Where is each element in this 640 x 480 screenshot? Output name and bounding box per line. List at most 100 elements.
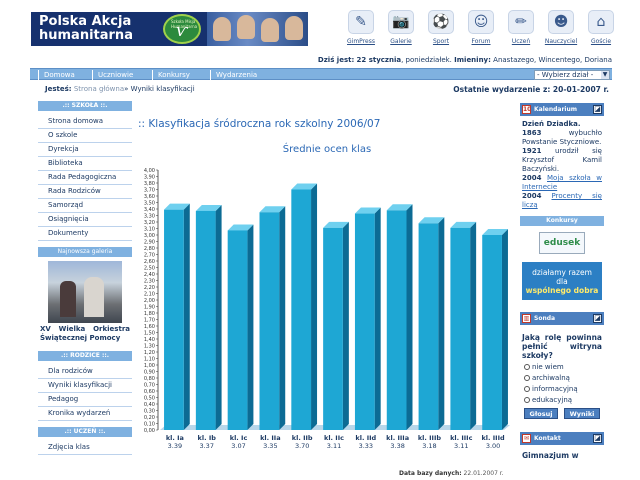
collapse-icon[interactable]: ◪ <box>593 105 602 114</box>
category-label: kl. IIId <box>481 434 505 442</box>
y-tick-label: 1,90 <box>144 304 155 310</box>
topnav-gimpress-link[interactable]: ✎ GimPress <box>341 10 381 50</box>
school-menu-item[interactable]: Osiągnięcia <box>38 213 132 227</box>
sport-icon[interactable]: ⚽ <box>428 10 454 34</box>
y-tick-label: 3,20 <box>144 220 155 226</box>
student-menu-item[interactable]: Zdjęcia klas <box>38 441 132 455</box>
parents-menu-item[interactable]: Dla rodziców <box>38 365 132 379</box>
cal2-year: 1921 <box>522 147 542 155</box>
sonda-head: ▥ Sonda ◪ <box>520 312 604 325</box>
nav-item-wydarzenia[interactable]: Wydarzenia <box>210 70 257 80</box>
y-tick-label: 1,80 <box>144 311 155 317</box>
poll-option[interactable]: archiwalną <box>520 373 604 384</box>
category-label: kl. IIa <box>260 434 281 442</box>
y-tick-label: 3,60 <box>144 194 155 200</box>
vote-button[interactable]: Głosuj <box>524 408 558 419</box>
radio-button[interactable] <box>524 375 530 381</box>
parents-menu-item[interactable]: Pedagog <box>38 393 132 407</box>
gallery-thumbnail[interactable] <box>48 261 122 323</box>
topnav-label[interactable]: Forum <box>461 38 501 45</box>
dzialamy-banner[interactable]: działamy razem dla wspólnego dobra <box>522 262 602 300</box>
topnav-label[interactable]: GimPress <box>341 38 381 45</box>
uczen-icon[interactable]: ✏ <box>508 10 534 34</box>
section-select[interactable]: - Wybierz dział - ▼ <box>534 70 610 80</box>
galerie-icon[interactable]: 📷 <box>388 10 414 34</box>
bar <box>482 235 502 430</box>
topnav-nauczyciel-link[interactable]: ☻ Nauczyciel <box>541 10 581 50</box>
breadcrumb-home[interactable]: Strona główna <box>74 85 124 93</box>
topnav-label[interactable]: Sport <box>421 38 461 45</box>
y-tick-label: 0,20 <box>144 415 155 421</box>
school-menu-item[interactable]: Dokumenty <box>38 227 132 241</box>
poll-buttons: Głosuj Wyniki <box>520 408 604 420</box>
collapse-icon[interactable]: ◪ <box>593 434 602 443</box>
bar-side <box>215 204 222 430</box>
goscie-icon[interactable]: ⌂ <box>588 10 614 34</box>
nav-item-domowa[interactable]: Domowa <box>38 70 75 80</box>
y-tick-label: 0,70 <box>144 382 155 388</box>
category-label: kl. IIIc <box>450 434 473 442</box>
topnav-sport-link[interactable]: ⚽ Sport <box>421 10 461 50</box>
topnav-label[interactable]: Nauczyciel <box>541 38 581 45</box>
konkursy-head: Konkursy <box>520 216 604 226</box>
collapse-icon[interactable]: ◪ <box>593 314 602 323</box>
school-menu-item[interactable]: Strona domowa <box>38 115 132 129</box>
banner2-line2: dla <box>556 277 568 286</box>
bar-side <box>183 203 190 430</box>
y-tick-label: 2,10 <box>144 291 155 297</box>
edusek-banner[interactable]: edusek <box>539 232 585 254</box>
school-menu-item[interactable]: Rada Rodziców <box>38 185 132 199</box>
forum-icon[interactable]: ☺ <box>468 10 494 34</box>
y-tick-label: 1,70 <box>144 317 155 323</box>
school-menu-item[interactable]: Dyrekcja <box>38 143 132 157</box>
topnav-label[interactable]: Goście <box>581 38 621 45</box>
radio-button[interactable] <box>524 364 530 370</box>
nauczyciel-icon[interactable]: ☻ <box>548 10 574 34</box>
value-label: 3.11 <box>454 442 468 450</box>
y-tick-label: 0,10 <box>144 421 155 427</box>
category-label: kl. IIIa <box>386 434 409 442</box>
topnav-label[interactable]: Galerie <box>381 38 421 45</box>
nav-item-uczniowie[interactable]: Uczniowie <box>92 70 133 80</box>
topnav-label[interactable]: Uczeń <box>501 38 541 45</box>
results-button[interactable]: Wyniki <box>564 408 600 419</box>
poll-option[interactable]: edukacyjną <box>520 395 604 406</box>
poll-option[interactable]: informacyjną <box>520 384 604 395</box>
school-menu-item[interactable]: Rada Pedagogiczna <box>38 171 132 185</box>
calendar-icon: 10 <box>522 105 532 114</box>
topnav-forum-link[interactable]: ☺ Forum <box>461 10 501 50</box>
nav-item-konkursy[interactable]: Konkursy <box>152 70 190 80</box>
site-logo[interactable]: Polska Akcja humanitarna Szkoła Misja Hum… <box>31 12 308 46</box>
category-label: kl. Ia <box>166 434 184 442</box>
school-menu-item[interactable]: Samorząd <box>38 199 132 213</box>
chart-title: Średnie ocen klas <box>282 144 372 155</box>
school-menu-item[interactable]: O szkole <box>38 129 132 143</box>
gimpress-icon[interactable]: ✎ <box>348 10 374 34</box>
value-label: 3.39 <box>168 442 182 450</box>
parents-menu-item[interactable]: Kronika wydarzeń <box>38 407 132 421</box>
bar-side <box>247 224 254 430</box>
parents-menu-item[interactable]: Wyniki klasyfikacji <box>38 379 132 393</box>
chevron-down-icon[interactable]: ▼ <box>601 71 609 79</box>
topnav-galerie-link[interactable]: 📷 Galerie <box>381 10 421 50</box>
radio-button[interactable] <box>524 386 530 392</box>
y-tick-label: 2,90 <box>144 239 155 245</box>
poll-option-label: informacyjną <box>532 385 578 393</box>
value-label: 3.33 <box>359 442 373 450</box>
names-value: Anastazego, Wincentego, Doriana <box>493 56 612 64</box>
gallery-caption[interactable]: XV Wielka Orkiestra Świątecznej Pomocy <box>38 325 132 343</box>
poll-option[interactable]: nie wiem <box>520 362 604 373</box>
poll-option-label: edukacyjną <box>532 396 573 404</box>
y-tick-label: 0,80 <box>144 376 155 382</box>
topnav-goscie-link[interactable]: ⌂ Goście <box>581 10 621 50</box>
y-tick-label: 1,20 <box>144 350 155 356</box>
kontakt-text: Gimnazjum w <box>522 451 579 460</box>
category-label: kl. IIc <box>324 434 344 442</box>
school-menu-item[interactable]: Biblioteka <box>38 157 132 171</box>
y-tick-label: 0,50 <box>144 395 155 401</box>
radio-button[interactable] <box>524 397 530 403</box>
topnav-uczen-link[interactable]: ✏ Uczeń <box>501 10 541 50</box>
section-select-value: - Wybierz dział - <box>537 71 594 79</box>
logo-badge: Szkoła Misja Humanitarna ⱱ <box>163 14 201 44</box>
logo-line2: humanitarna <box>39 28 133 43</box>
